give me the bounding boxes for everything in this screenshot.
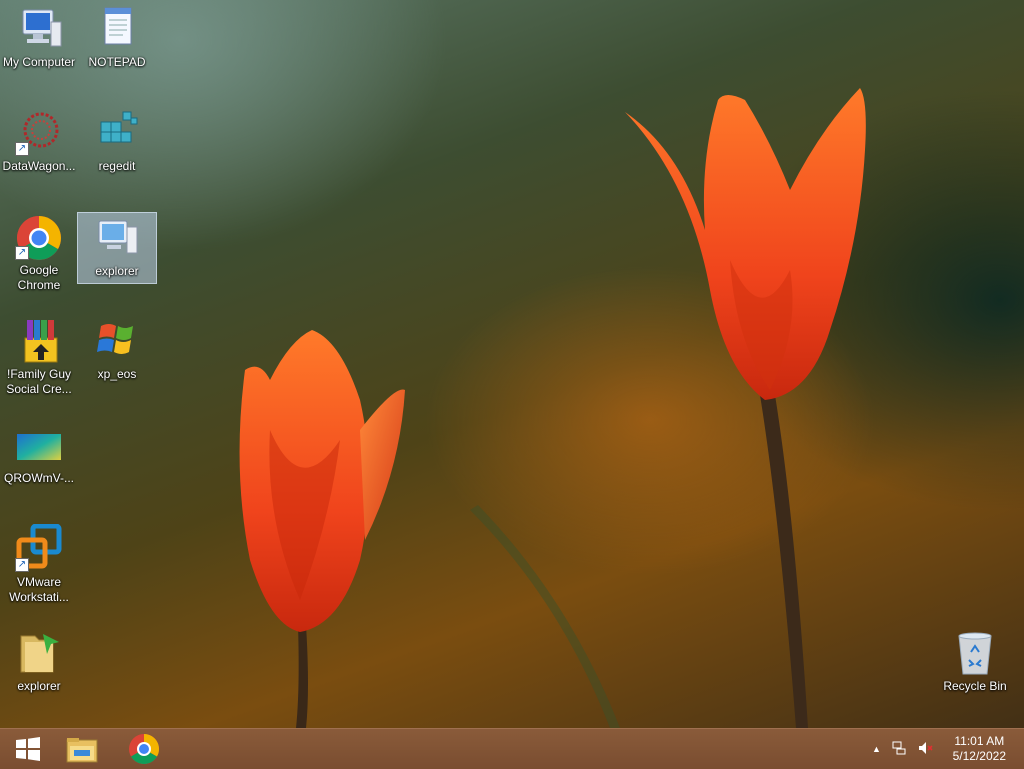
desktop-icon-label: Recycle Bin (943, 679, 1007, 693)
desktop-icon-label: regedit (98, 159, 136, 173)
file-explorer-icon (66, 738, 98, 763)
desktop-icon-label: QROWmV-... (4, 471, 74, 485)
desktop-icon-my-computer[interactable]: My Computer (0, 4, 78, 74)
desktop-icon-qrowmv[interactable]: QROWmV-... (0, 420, 78, 490)
desktop-icon-label: xp_eos (97, 367, 137, 381)
shortcut-arrow-icon: ↗ (15, 246, 29, 260)
desktop-icon-google-chrome[interactable]: ↗ Google Chrome (0, 212, 78, 297)
clock-date: 5/12/2022 (952, 749, 1006, 763)
desktop-icon-label: !Family Guy Social Cre... (6, 367, 72, 396)
desktop-icon-explorer-selected[interactable]: explorer (77, 212, 157, 284)
clock-time: 11:01 AM (954, 734, 1005, 748)
computer-icon (93, 213, 141, 261)
desktop-icon-regedit[interactable]: regedit (78, 108, 156, 178)
image-file-icon (15, 420, 63, 468)
taskbar-chrome-button[interactable] (116, 729, 172, 769)
shortcut-arrow-icon: ↗ (15, 142, 29, 156)
notepad-icon (93, 4, 141, 52)
taskbar-clock[interactable]: 11:01 AM 5/12/2022 (953, 734, 1006, 764)
winrar-archive-icon (15, 316, 63, 364)
recycle-bin-icon (951, 628, 999, 676)
folder-icon (15, 628, 63, 676)
desktop-icon-label: VMware Workstati... (9, 575, 69, 604)
system-tray: ▲ (872, 729, 933, 769)
volume-muted-icon[interactable] (917, 740, 933, 759)
desktop-icon-notepad[interactable]: NOTEPAD (78, 4, 156, 74)
start-button[interactable] (0, 729, 56, 769)
shortcut-arrow-icon: ↗ (15, 558, 29, 572)
chrome-icon: ↗ (15, 212, 63, 260)
windows-xp-logo-icon (93, 316, 141, 364)
desktop-icon-label: My Computer (2, 55, 76, 69)
desktop-icon-label: explorer (95, 264, 139, 278)
desktop-icon-datawagon[interactable]: ↗ DataWagon... (0, 108, 78, 178)
desktop-icon-label: explorer (17, 679, 61, 693)
desktop-icon-label: DataWagon... (2, 159, 76, 173)
vmware-icon: ↗ (15, 523, 63, 572)
network-icon[interactable] (891, 740, 907, 759)
desktop-icon-label: NOTEPAD (88, 55, 146, 69)
computer-icon (15, 4, 63, 52)
desktop-icon-xp-eos[interactable]: xp_eos (78, 316, 156, 386)
desktop-icon-vmware[interactable]: ↗ VMware Workstati... (0, 523, 78, 609)
taskbar: ▲ 11:01 AM 5/12/2022 (0, 728, 1024, 769)
desktop-icon-family-guy[interactable]: !Family Guy Social Cre... (0, 316, 78, 401)
taskbar-file-explorer-button[interactable] (54, 729, 110, 769)
regedit-icon (93, 108, 141, 156)
windows-start-icon (16, 737, 40, 761)
show-hidden-icons-chevron-icon[interactable]: ▲ (872, 744, 881, 754)
desktop-icon-recycle-bin[interactable]: Recycle Bin (936, 628, 1014, 698)
desktop-icon-explorer[interactable]: explorer (0, 628, 78, 698)
datawagon-icon: ↗ (15, 108, 63, 156)
desktop-icon-label: Google Chrome (17, 263, 61, 292)
chrome-icon (129, 734, 160, 765)
